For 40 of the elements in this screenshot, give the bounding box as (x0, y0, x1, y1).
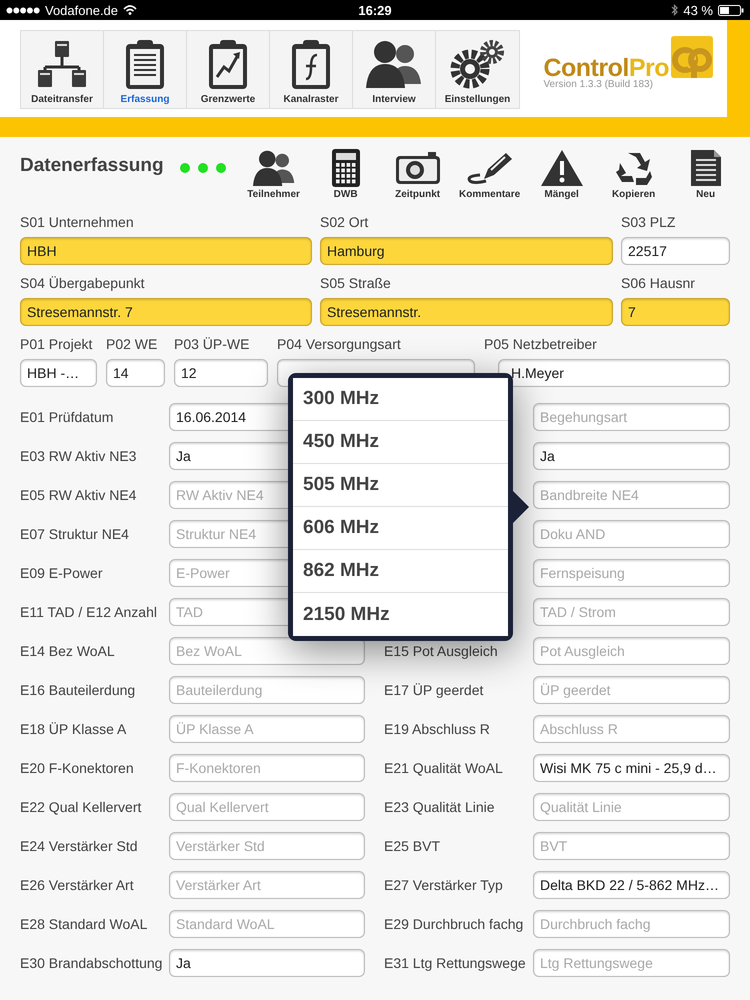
carrier-name: Vodafone.de (45, 2, 118, 18)
field-label: E27 Verstärker Typ (384, 877, 504, 893)
field-label: P03 ÜP-WE (174, 336, 250, 352)
field-label: E11 TAD / E12 Anzahl (20, 604, 158, 620)
field-label: E16 Bauteilerdung (20, 682, 136, 698)
field-label: E25 BVT (384, 838, 442, 854)
field-label: S05 Straße (320, 275, 392, 291)
field-label: E26 Verstärker Art (20, 877, 135, 893)
field-label: P04 Versorgungsart (277, 336, 402, 352)
field-label: E30 Brandabschottung (20, 955, 164, 971)
field-label: E17 ÜP geerdet (384, 682, 484, 698)
field-label: E24 Verstärker Std (20, 838, 139, 854)
field-label: E28 Standard WoAL (20, 916, 148, 932)
page-title: Datenerfassung (20, 155, 164, 177)
field-label: S06 Hausnr (621, 275, 696, 291)
field-label: E20 F-Konektoren (20, 760, 135, 776)
field-label: E03 RW Aktiv NE3 (20, 448, 138, 464)
field-label: E19 Abschluss R (384, 721, 491, 737)
field-label: P02 WE (106, 336, 158, 352)
field-label: E18 ÜP Klasse A (20, 721, 128, 737)
field-label: S01 Unternehmen (20, 214, 135, 230)
field-label: P05 Netzbetreiber (484, 336, 598, 352)
field-label: E23 Qualität Linie (384, 799, 496, 815)
field-label: E07 Struktur NE4 (20, 526, 130, 542)
field-label: E29 Durchbruch fachg (384, 916, 524, 932)
field-label: E31 Ltg Rettungswege (384, 955, 527, 971)
field-label: E21 Qualität WoAL (384, 760, 504, 776)
field-label: S04 Übergabepunkt (20, 275, 146, 291)
field-label: E15 Pot Ausgleich (384, 643, 499, 659)
field-label: E22 Qual Kellervert (20, 799, 142, 815)
field-label: E14 Bez WoAL (20, 643, 116, 659)
field-label: E05 RW Aktiv NE4 (20, 487, 138, 503)
version-text: Version 1.3.3 (Build 183) (543, 79, 654, 90)
field-label: E01 Prüfdatum (20, 409, 114, 425)
clock-time: 16:29 (358, 2, 392, 18)
field-label: P01 Projekt (20, 336, 94, 352)
field-label: S03 PLZ (621, 214, 676, 230)
field-label: E09 E-Power (20, 565, 104, 581)
battery-percent: 43 % (683, 2, 713, 18)
field-label: S02 Ort (320, 214, 370, 230)
